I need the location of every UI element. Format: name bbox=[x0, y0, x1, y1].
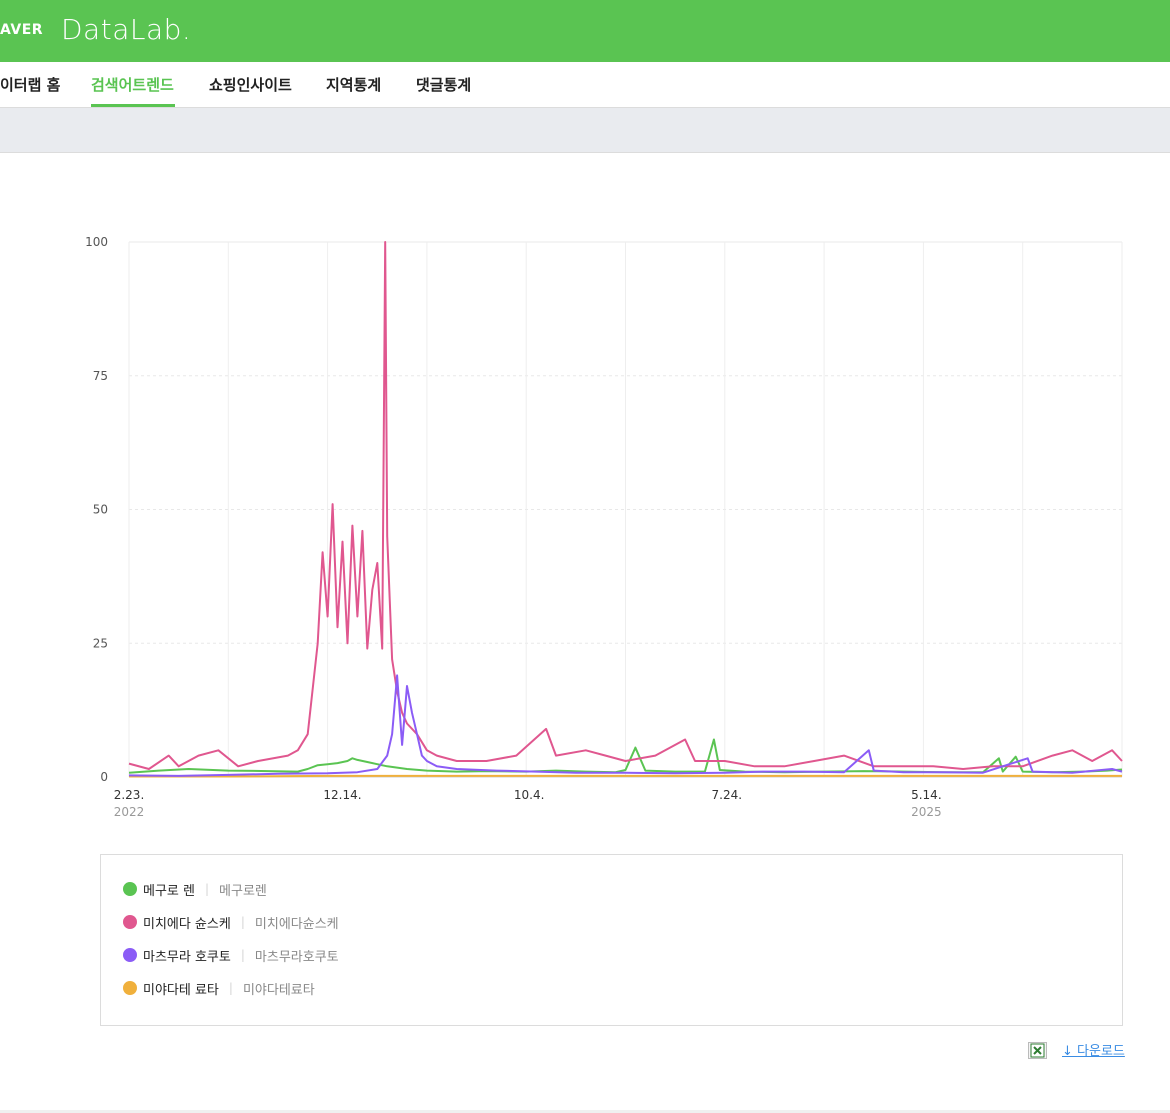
legend-keywords: 메구로렌 bbox=[219, 883, 267, 899]
brand-logo[interactable]: AVER bbox=[0, 22, 43, 38]
nav-item-shopping-insight[interactable]: 쇼핑인사이트 bbox=[209, 74, 292, 95]
y-tick-label: 50 bbox=[93, 503, 108, 517]
legend-separator: | bbox=[228, 981, 233, 995]
legend-separator: | bbox=[240, 915, 245, 929]
legend-series-name: 미야다테 료타 bbox=[143, 982, 219, 998]
legend-item: 마츠무라 호쿠토 | 마츠무라호쿠토 bbox=[123, 945, 339, 965]
x-tick-label: 10.4. bbox=[514, 788, 545, 802]
active-tab-indicator bbox=[91, 104, 175, 107]
y-tick-label: 100 bbox=[85, 235, 108, 249]
legend-dot bbox=[123, 882, 137, 896]
top-header-bar: AVER DataLab. bbox=[0, 0, 1170, 62]
legend-separator: | bbox=[204, 882, 210, 896]
legend-series-name: 메구로 렌 bbox=[143, 883, 195, 899]
x-tick-year: 2022 bbox=[114, 805, 145, 819]
legend-dot bbox=[123, 915, 137, 929]
x-tick-label: 7.24. bbox=[712, 788, 743, 802]
legend-item: 미야다테 료타 | 미야다테료타 bbox=[123, 978, 315, 998]
excel-icon[interactable] bbox=[1028, 1042, 1047, 1059]
legend-box: 메구로 렌 | 메구로렌 미치에다 슌스케 | 미치에다슌스케 마츠무라 호쿠토… bbox=[100, 854, 1123, 1026]
nav-item-datalab-home[interactable]: 이터랩 홈 bbox=[0, 74, 60, 95]
download-label: 다운로드 bbox=[1077, 1044, 1125, 1059]
main-nav: 이터랩 홈 검색어트렌드 쇼핑인사이트 지역통계 댓글통계 bbox=[0, 62, 1170, 108]
legend-item: 메구로 렌 | 메구로렌 bbox=[123, 879, 267, 899]
trend-chart-svg: 0 25 50 75 100 2.23. 2022 12.14. 10.4. 7.24. 5.14.… bbox=[85, 235, 1123, 819]
x-tick-label: 2.23. bbox=[114, 788, 145, 802]
x-tick-year: 2025 bbox=[911, 805, 942, 819]
legend-keywords: 미야다테료타 bbox=[242, 982, 315, 998]
y-tick-label: 0 bbox=[100, 770, 108, 784]
legend-separator: | bbox=[240, 948, 245, 962]
legend-dot bbox=[123, 948, 137, 962]
y-tick-label: 25 bbox=[93, 636, 108, 650]
download-arrow-icon: ↓ bbox=[1062, 1044, 1078, 1059]
series-line bbox=[129, 774, 1122, 778]
nav-item-regional-stats[interactable]: 지역통계 bbox=[326, 74, 381, 95]
download-link[interactable]: ↓ 다운로드 bbox=[1062, 1040, 1125, 1059]
legend-item: 미치에다 슌스케 | 미치에다슌스케 bbox=[123, 912, 339, 932]
datalab-logo[interactable]: DataLab. bbox=[61, 13, 191, 46]
filter-band bbox=[0, 108, 1170, 153]
legend-keywords: 미치에다슌스케 bbox=[254, 916, 339, 932]
trend-chart: 0 25 50 75 100 2.23. 2022 12.14. 10.4. 7.24. 5.14.… bbox=[0, 153, 1170, 843]
legend-series-name: 마츠무라 호쿠토 bbox=[143, 949, 231, 965]
legend-dot bbox=[123, 981, 137, 995]
nav-item-search-trend[interactable]: 검색어트렌드 bbox=[91, 74, 174, 95]
x-tick-label: 12.14. bbox=[323, 788, 361, 802]
legend-series-name: 미치에다 슌스케 bbox=[143, 916, 231, 932]
y-tick-label: 75 bbox=[93, 369, 108, 383]
x-tick-label: 5.14. bbox=[911, 788, 942, 802]
nav-item-comment-stats[interactable]: 댓글통계 bbox=[416, 74, 471, 95]
legend-keywords: 마츠무라호쿠토 bbox=[254, 949, 339, 965]
